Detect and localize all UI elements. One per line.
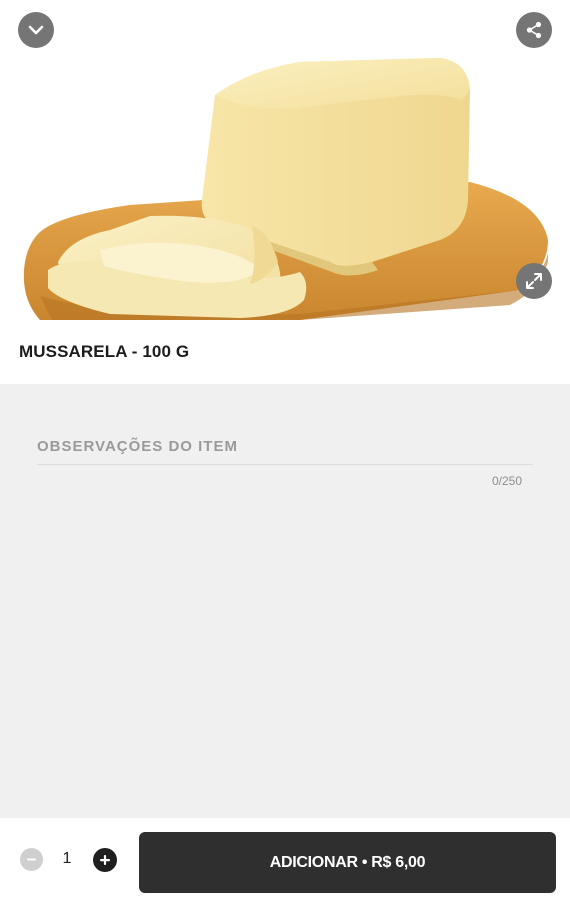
decrease-quantity-button[interactable] [20, 848, 43, 871]
add-to-cart-label: ADICIONAR • R$ 6,00 [269, 853, 426, 871]
plus-icon [100, 855, 110, 865]
observations-char-counter: 0/250 [491, 474, 522, 488]
share-button[interactable] [516, 12, 552, 48]
minus-icon [27, 858, 36, 861]
product-image [0, 0, 570, 320]
share-icon [526, 21, 542, 39]
increase-quantity-button[interactable] [93, 848, 117, 872]
observations-placeholder: OBSERVAÇÕES DO ITEM [37, 438, 238, 455]
mozzarella-cheese-image [23, 58, 549, 320]
expand-image-button[interactable] [516, 263, 552, 299]
observations-field[interactable]: OBSERVAÇÕES DO ITEM [37, 438, 533, 465]
add-to-cart-button[interactable]: ADICIONAR • R$ 6,00 [139, 832, 556, 893]
product-title: MUSSARELA - 100 G [19, 342, 190, 361]
collapse-button[interactable] [18, 12, 54, 48]
quantity-value: 1 [62, 850, 72, 867]
chevron-down-icon [28, 25, 44, 35]
expand-icon [526, 273, 542, 289]
